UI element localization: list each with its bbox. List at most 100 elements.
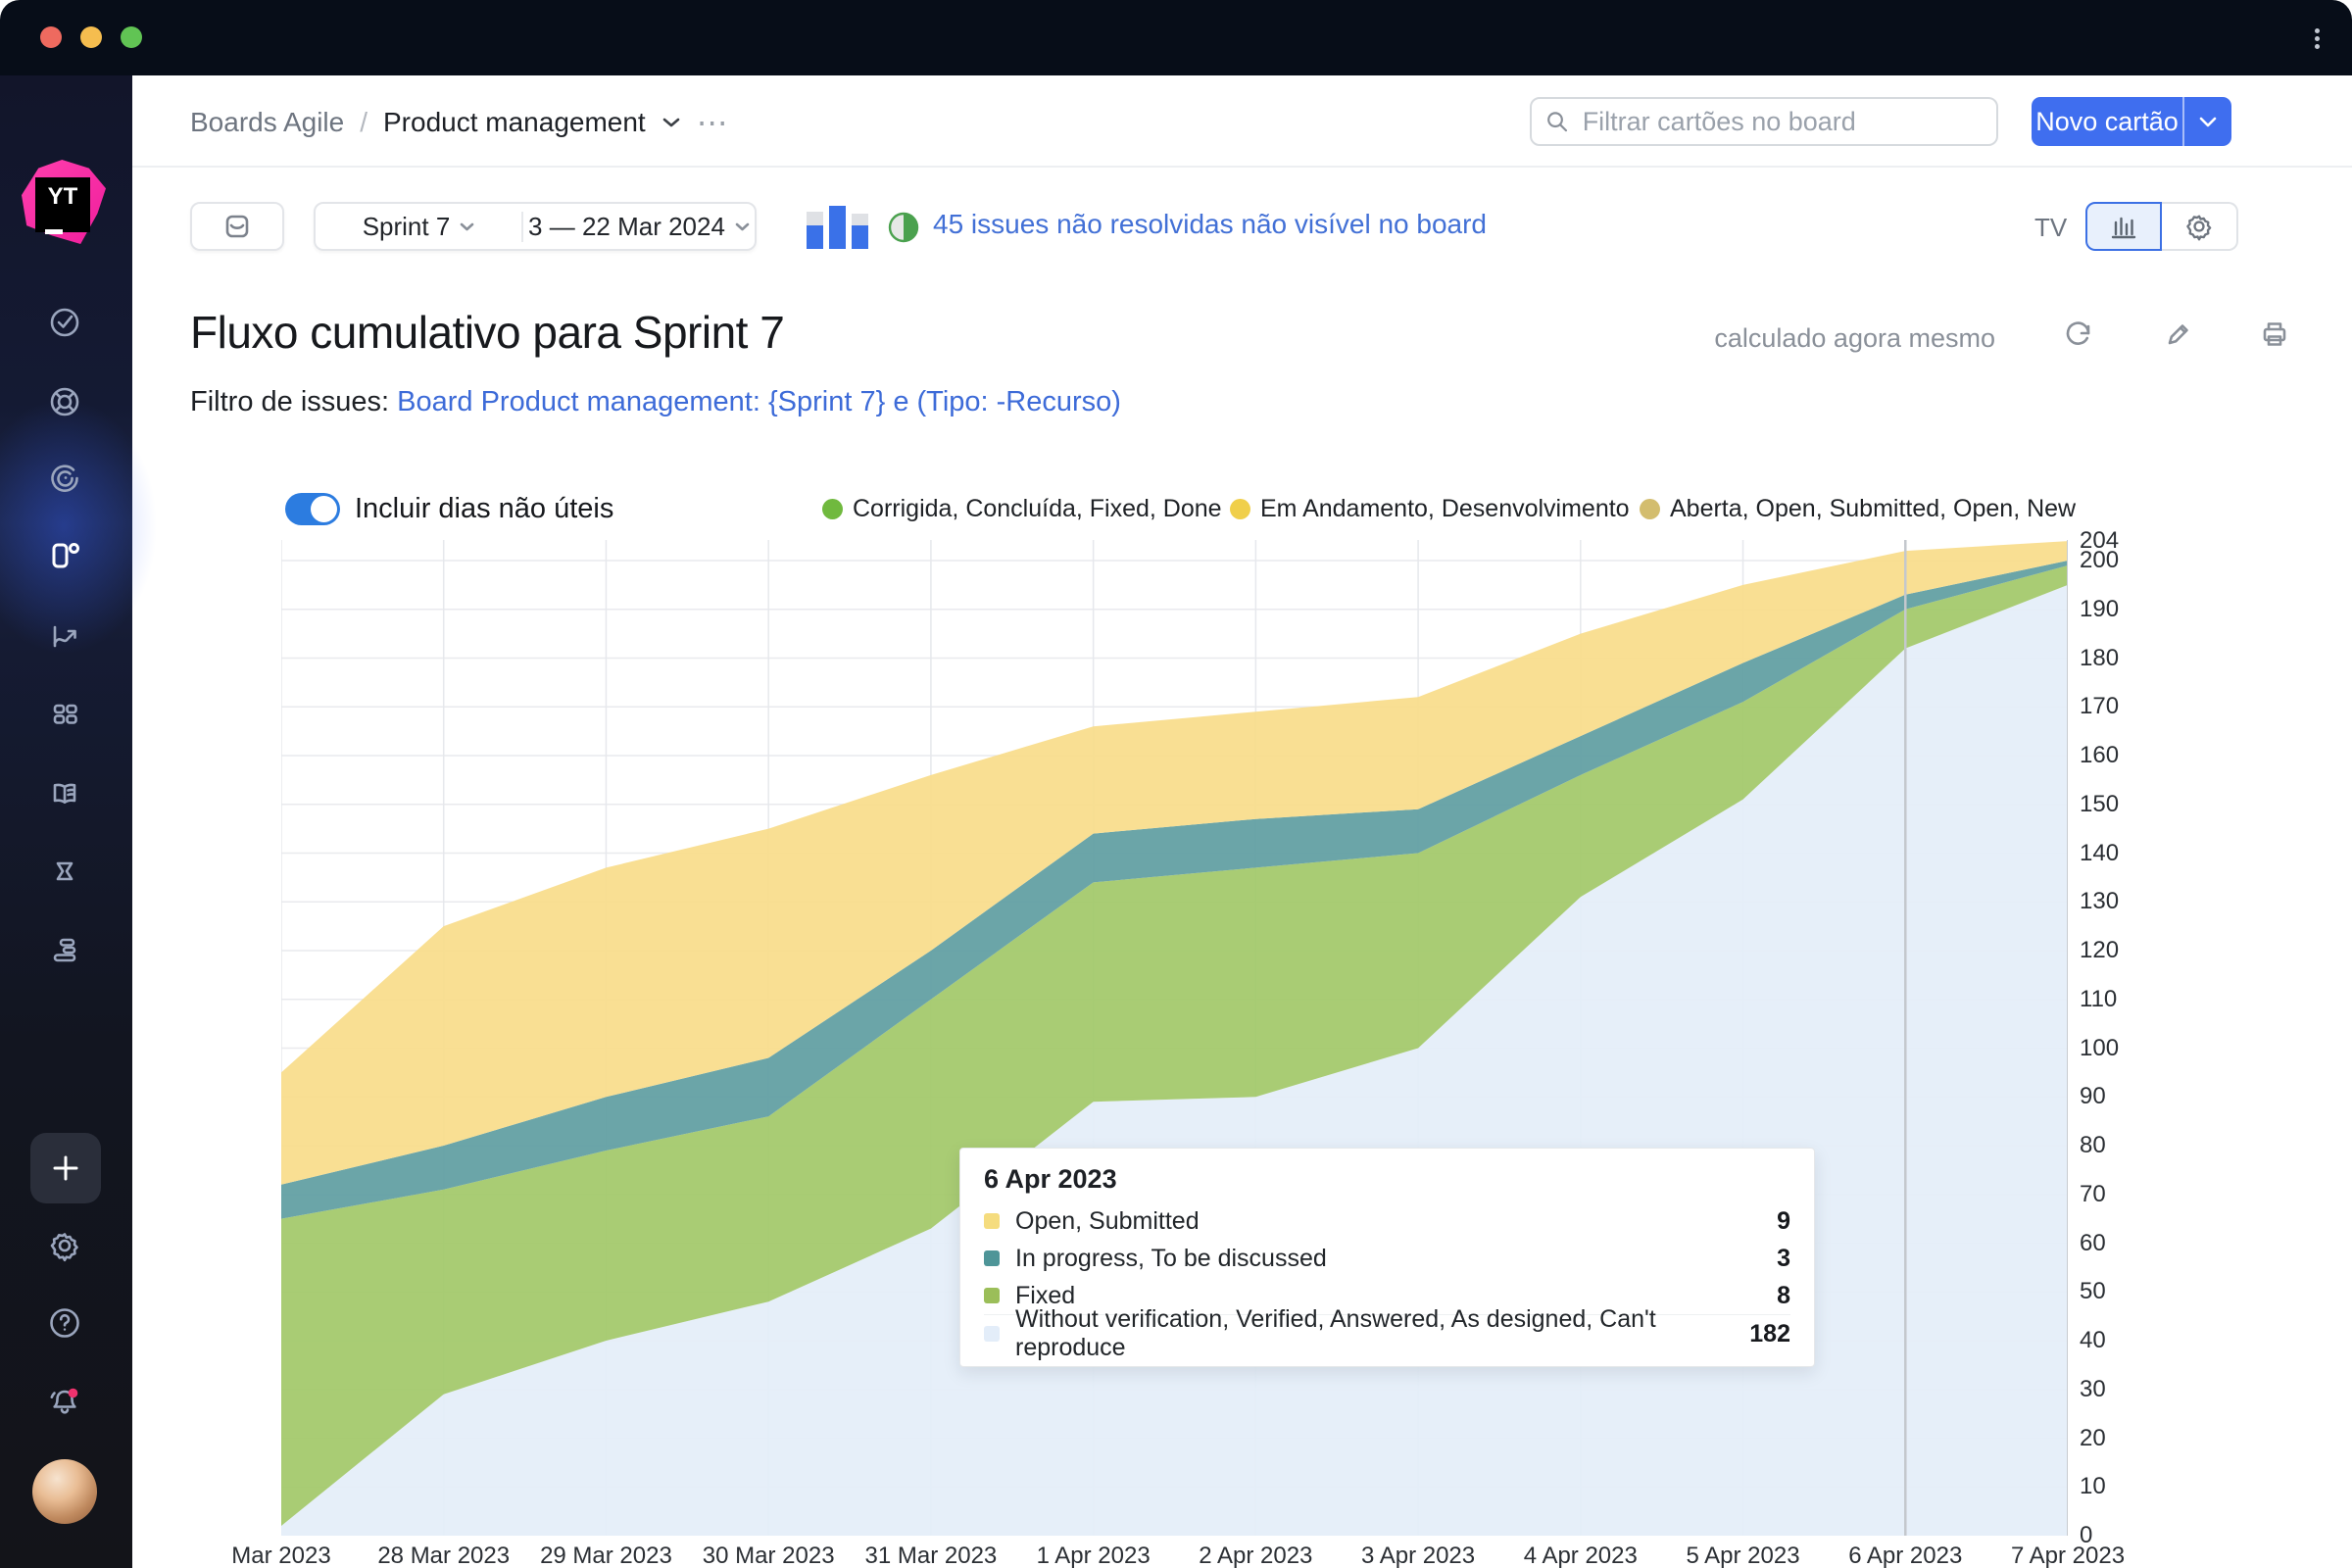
legend-dot xyxy=(1230,499,1250,519)
stacked-bars-icon xyxy=(47,932,82,967)
circle-check-icon xyxy=(47,305,82,340)
sidebar-item-agile-boards[interactable] xyxy=(45,536,84,575)
gear-icon xyxy=(46,1227,83,1264)
tooltip-swatch xyxy=(984,1326,1000,1342)
sidebar-item-reports[interactable] xyxy=(45,616,84,656)
sidebar-item-timesheets[interactable] xyxy=(45,852,84,891)
bar-chart-icon xyxy=(806,204,870,249)
breadcrumb-root[interactable]: Boards Agile xyxy=(190,107,344,138)
sidebar-settings[interactable] xyxy=(45,1226,84,1265)
search-input[interactable] xyxy=(1581,106,1983,138)
y-tick: 40 xyxy=(2080,1327,2106,1354)
zoom-window-icon[interactable] xyxy=(121,26,142,48)
y-tick: 150 xyxy=(2080,791,2119,818)
toggle-knob xyxy=(311,496,337,522)
page-title: Fluxo cumulativo para Sprint 7 xyxy=(190,306,784,359)
tv-mode-label[interactable]: TV xyxy=(2034,213,2067,243)
grid-icon xyxy=(47,696,82,731)
include-nonworking-days-toggle[interactable] xyxy=(285,493,340,525)
y-tick: 50 xyxy=(2080,1278,2106,1305)
y-tick: 20 xyxy=(2080,1425,2106,1452)
edit-report-button[interactable] xyxy=(2160,316,2197,353)
refresh-report-button[interactable] xyxy=(2060,316,2097,353)
half-filled-circle-icon xyxy=(888,212,919,243)
chart-tooltip: 6 Apr 2023 Open, Submitted9In progress, … xyxy=(959,1148,1815,1367)
chevron-down-icon[interactable] xyxy=(662,117,681,128)
histogram-icon xyxy=(2107,210,2140,243)
breadcrumb-separator: / xyxy=(360,107,368,138)
filter-prefix: Filtro de issues: xyxy=(190,386,389,417)
tooltip-date: 6 Apr 2023 xyxy=(984,1164,1790,1195)
sidebar: YT xyxy=(0,75,132,1568)
sprint-selector[interactable]: Sprint 7 xyxy=(316,212,523,242)
issue-filter-line: Filtro de issues: Board Product manageme… xyxy=(190,386,1121,418)
trend-chart-icon xyxy=(47,618,82,654)
new-card-button[interactable]: Novo cartão xyxy=(2032,97,2182,146)
backlog-button[interactable] xyxy=(190,202,284,251)
date-range-selector[interactable]: 3 — 22 Mar 2024 xyxy=(523,212,755,242)
y-tick: 160 xyxy=(2080,742,2119,769)
sidebar-active-glow xyxy=(0,399,157,654)
sidebar-item-dashboards[interactable] xyxy=(45,382,84,421)
tray-icon xyxy=(220,209,255,244)
board-icon xyxy=(47,538,82,573)
tooltip-row: Without verification, Verified, Answered… xyxy=(984,1314,1790,1352)
create-button[interactable] xyxy=(30,1133,101,1203)
sprint-date-selector: Sprint 7 3 — 22 Mar 2024 xyxy=(314,202,757,251)
sidebar-help[interactable] xyxy=(45,1303,84,1343)
sidebar-notifications[interactable] xyxy=(45,1383,84,1422)
bell-icon xyxy=(45,1383,84,1422)
y-tick: 90 xyxy=(2080,1083,2106,1110)
sprint-progress-bars xyxy=(806,204,870,254)
sidebar-item-knowledge-base[interactable] xyxy=(45,773,84,812)
board-more-menu[interactable]: ⋯ xyxy=(697,104,730,141)
new-card-split-button: Novo cartão xyxy=(2032,97,2231,146)
hourglass-icon xyxy=(47,854,82,889)
new-card-dropdown[interactable] xyxy=(2182,97,2231,146)
y-tick: 130 xyxy=(2080,888,2119,915)
view-switcher xyxy=(2085,202,2238,251)
tooltip-row: Open, Submitted9 xyxy=(984,1202,1790,1240)
legend-item: Corrigida, Concluída, Fixed, Done xyxy=(822,495,1222,523)
board-search[interactable] xyxy=(1530,97,1998,146)
unresolved-issues-link[interactable]: 45 issues não resolvidas não visível no … xyxy=(933,209,1487,240)
sidebar-expand[interactable] xyxy=(45,1561,84,1568)
y-tick: 80 xyxy=(2080,1132,2106,1159)
breadcrumb-current[interactable]: Product management xyxy=(383,107,646,138)
legend-label: Em Andamento, Desenvolvimento xyxy=(1260,495,1630,523)
printer-icon xyxy=(2258,318,2291,351)
y-tick: 120 xyxy=(2080,937,2119,964)
y-tick: 100 xyxy=(2080,1035,2119,1062)
sidebar-item-issues[interactable] xyxy=(45,303,84,342)
y-tick: 170 xyxy=(2080,693,2119,720)
chevron-down-icon xyxy=(460,222,474,231)
y-tick: 190 xyxy=(2080,596,2119,623)
logo-underscore xyxy=(45,229,63,234)
window-kebab-menu-icon[interactable] xyxy=(2315,25,2320,52)
sidebar-item-gantt[interactable] xyxy=(45,930,84,969)
chart-settings-button[interactable] xyxy=(2162,202,2238,251)
close-window-icon[interactable] xyxy=(40,26,62,48)
youtrack-window: YT xyxy=(0,0,2352,1568)
tooltip-row: In progress, To be discussed3 xyxy=(984,1240,1790,1277)
sprint-label: Sprint 7 xyxy=(363,212,451,242)
window-titlebar xyxy=(0,0,2352,75)
chart-view-toggle[interactable] xyxy=(2085,202,2162,251)
filter-query-link[interactable]: Board Product management: {Sprint 7} e (… xyxy=(397,386,1121,417)
legend-dot xyxy=(1640,499,1660,519)
y-tick: 180 xyxy=(2080,645,2119,672)
cumulative-flow-chart[interactable] xyxy=(281,540,2068,1536)
minimize-window-icon[interactable] xyxy=(80,26,102,48)
y-tick: 204 xyxy=(2080,527,2119,555)
header-divider xyxy=(132,166,2352,168)
sidebar-item-projects[interactable] xyxy=(45,694,84,733)
youtrack-logo[interactable]: YT xyxy=(22,160,106,244)
sidebar-item-helpdesk[interactable] xyxy=(45,459,84,498)
avatar[interactable] xyxy=(32,1459,97,1524)
y-tick: 60 xyxy=(2080,1230,2106,1257)
y-tick: 70 xyxy=(2080,1181,2106,1208)
print-report-button[interactable] xyxy=(2256,316,2293,353)
life-ring-icon xyxy=(47,384,82,419)
gear-icon xyxy=(2182,210,2216,243)
pencil-icon xyxy=(2162,318,2195,351)
